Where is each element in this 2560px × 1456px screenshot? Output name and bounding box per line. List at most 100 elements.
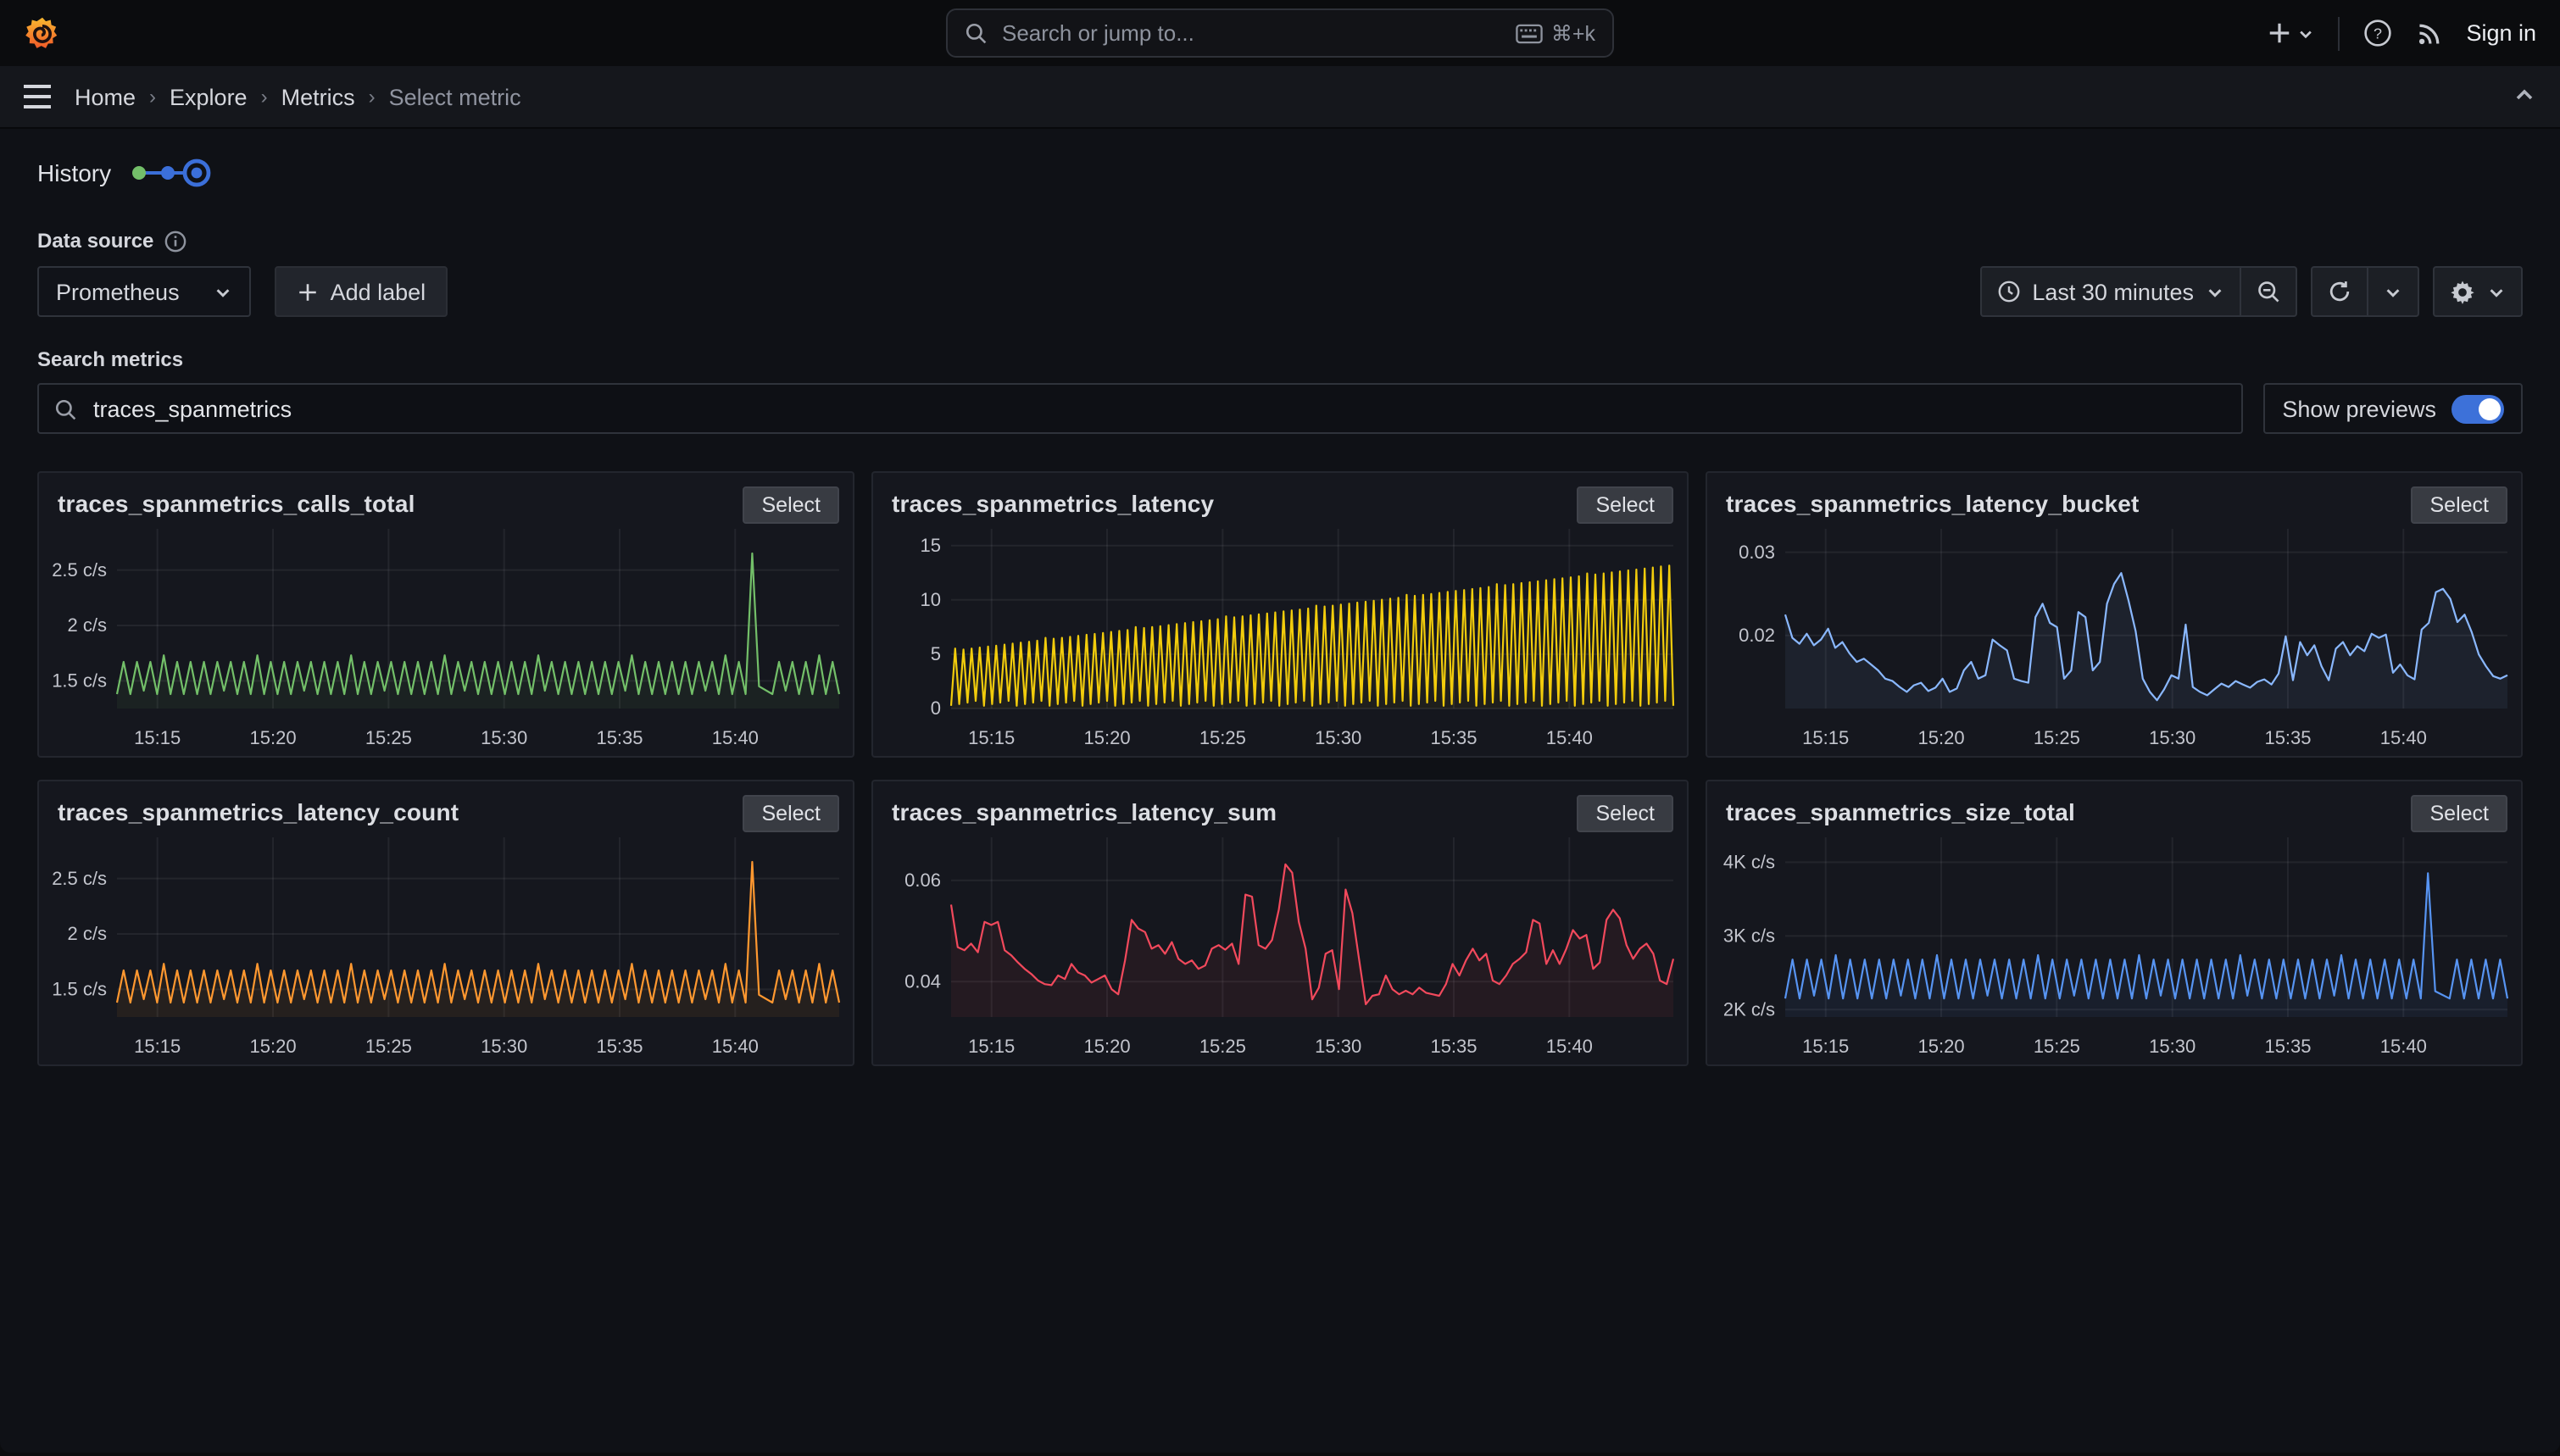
top-nav-actions: ? Sign in (2266, 16, 2536, 50)
svg-text:0: 0 (931, 697, 941, 719)
metric-chart: 1.5 c/s2 c/s2.5 c/s15:1515:2015:2515:301… (39, 827, 853, 1063)
history-steps[interactable] (128, 158, 213, 188)
show-previews-label: Show previews (2282, 396, 2436, 421)
global-search-input[interactable] (999, 19, 1504, 47)
breadcrumb-explore[interactable]: Explore (170, 84, 248, 109)
select-button[interactable]: Select (1578, 795, 1674, 832)
breadcrumb-separator: › (369, 85, 376, 108)
grafana-app: ⌘+k ? (0, 0, 2560, 1456)
metric-chart: 2K c/s3K c/s4K c/s15:1515:2015:2515:3015… (1707, 827, 2521, 1063)
refresh-interval-button[interactable] (2367, 268, 2418, 315)
svg-text:15: 15 (921, 535, 941, 556)
chevron-down-icon (2206, 282, 2224, 301)
metrics-search-box[interactable] (37, 383, 2243, 434)
clock-icon (1996, 280, 2020, 303)
select-button[interactable]: Select (2412, 486, 2508, 524)
keyboard-icon (1516, 23, 1543, 43)
main-pane: Home › Explore › Metrics › Select metric… (0, 66, 2560, 1453)
svg-text:2K c/s: 2K c/s (1723, 999, 1775, 1020)
svg-text:15:20: 15:20 (1918, 727, 1965, 748)
info-icon[interactable] (164, 230, 186, 252)
chevron-down-icon (2296, 25, 2313, 42)
select-button[interactable]: Select (743, 486, 840, 524)
svg-text:5: 5 (931, 643, 941, 664)
breadcrumb-metrics[interactable]: Metrics (281, 84, 355, 109)
help-icon: ? (2362, 19, 2391, 47)
svg-text:15:15: 15:15 (968, 727, 1015, 748)
svg-text:15:20: 15:20 (250, 727, 297, 748)
breadcrumb-home[interactable]: Home (75, 84, 136, 109)
history-step-1 (131, 166, 145, 180)
svg-text:15:35: 15:35 (2264, 1036, 2311, 1057)
breadcrumb-separator: › (149, 85, 156, 108)
refresh-icon (2328, 280, 2351, 303)
add-label-text: Add label (331, 279, 426, 304)
svg-text:15:30: 15:30 (2149, 727, 2195, 748)
metric-title: traces_spanmetrics_latency (873, 473, 1687, 517)
svg-text:0.04: 0.04 (904, 970, 941, 992)
time-range-button[interactable]: Last 30 minutes (1981, 268, 2240, 315)
svg-text:15:20: 15:20 (1918, 1036, 1965, 1057)
select-button[interactable]: Select (2412, 795, 2508, 832)
svg-text:2.5 c/s: 2.5 c/s (52, 868, 107, 889)
svg-text:15:30: 15:30 (1315, 727, 1361, 748)
zoom-out-icon (2257, 280, 2280, 303)
history-label: History (37, 159, 111, 186)
zoom-out-button[interactable] (2240, 268, 2296, 315)
show-previews-toggle[interactable] (2451, 394, 2504, 423)
svg-text:2 c/s: 2 c/s (68, 923, 107, 944)
metric-card: traces_spanmetrics_size_total Select 2K … (1706, 780, 2523, 1066)
svg-text:15:40: 15:40 (712, 1036, 759, 1057)
svg-text:15:15: 15:15 (1802, 1036, 1849, 1057)
datasource-label: Data source (37, 229, 153, 253)
sign-in-button[interactable]: Sign in (2466, 20, 2536, 46)
search-icon (54, 397, 76, 420)
search-metrics-label: Search metrics (37, 347, 2523, 371)
metric-title: traces_spanmetrics_size_total (1707, 781, 2521, 825)
global-search-box[interactable]: ⌘+k (946, 8, 1614, 58)
metric-card: traces_spanmetrics_latency_count Select … (37, 780, 854, 1066)
metric-card: traces_spanmetrics_latency_sum Select 0.… (871, 780, 1689, 1066)
select-button[interactable]: Select (743, 795, 840, 832)
history-row: History (37, 158, 2523, 188)
svg-text:0.03: 0.03 (1739, 542, 1775, 563)
metric-title: traces_spanmetrics_calls_total (39, 473, 853, 517)
collapse-header-button[interactable] (2513, 82, 2536, 111)
svg-text:15:25: 15:25 (365, 727, 412, 748)
grafana-logo-icon[interactable] (24, 14, 61, 52)
svg-text:15:20: 15:20 (250, 1036, 297, 1057)
settings-group (2433, 266, 2523, 317)
datasource-label-row: Data source (37, 229, 2523, 253)
svg-text:15:30: 15:30 (2149, 1036, 2195, 1057)
breadcrumb-current: Select metric (389, 84, 521, 109)
time-controls: Last 30 minutes (1979, 266, 2523, 317)
svg-text:15:15: 15:15 (968, 1036, 1015, 1057)
add-new-button[interactable] (2266, 20, 2313, 46)
top-nav-bar: ⌘+k ? (0, 0, 2560, 66)
search-row: Show previews (37, 383, 2523, 434)
menu-icon[interactable] (24, 85, 51, 108)
select-button[interactable]: Select (1578, 486, 1674, 524)
metric-title: traces_spanmetrics_latency_bucket (1707, 473, 2521, 517)
svg-text:15:15: 15:15 (134, 1036, 181, 1057)
refresh-group (2311, 266, 2419, 317)
datasource-picker[interactable]: Prometheus (37, 266, 251, 317)
svg-text:15:25: 15:25 (2034, 727, 2080, 748)
svg-text:2 c/s: 2 c/s (68, 614, 107, 636)
refresh-button[interactable] (2312, 268, 2367, 315)
metrics-search-input[interactable] (90, 394, 2226, 423)
svg-text:15:25: 15:25 (1199, 1036, 1246, 1057)
svg-text:0.06: 0.06 (904, 870, 941, 891)
news-button[interactable] (2415, 19, 2442, 47)
search-shortcut: ⌘+k (1516, 20, 1595, 46)
svg-text:15:20: 15:20 (1084, 727, 1131, 748)
settings-button[interactable] (2435, 268, 2521, 315)
metric-chart: 05101515:1515:2015:2515:3015:3515:40 (873, 519, 1687, 754)
svg-text:15:35: 15:35 (1430, 727, 1477, 748)
explore-metrics-content: History Data source Prometheus (0, 158, 2560, 1066)
add-label-button[interactable]: Add label (275, 266, 448, 317)
help-button[interactable]: ? (2362, 19, 2391, 47)
chevron-down-icon (214, 282, 232, 301)
svg-text:15:25: 15:25 (1199, 727, 1246, 748)
plus-icon (297, 281, 319, 303)
